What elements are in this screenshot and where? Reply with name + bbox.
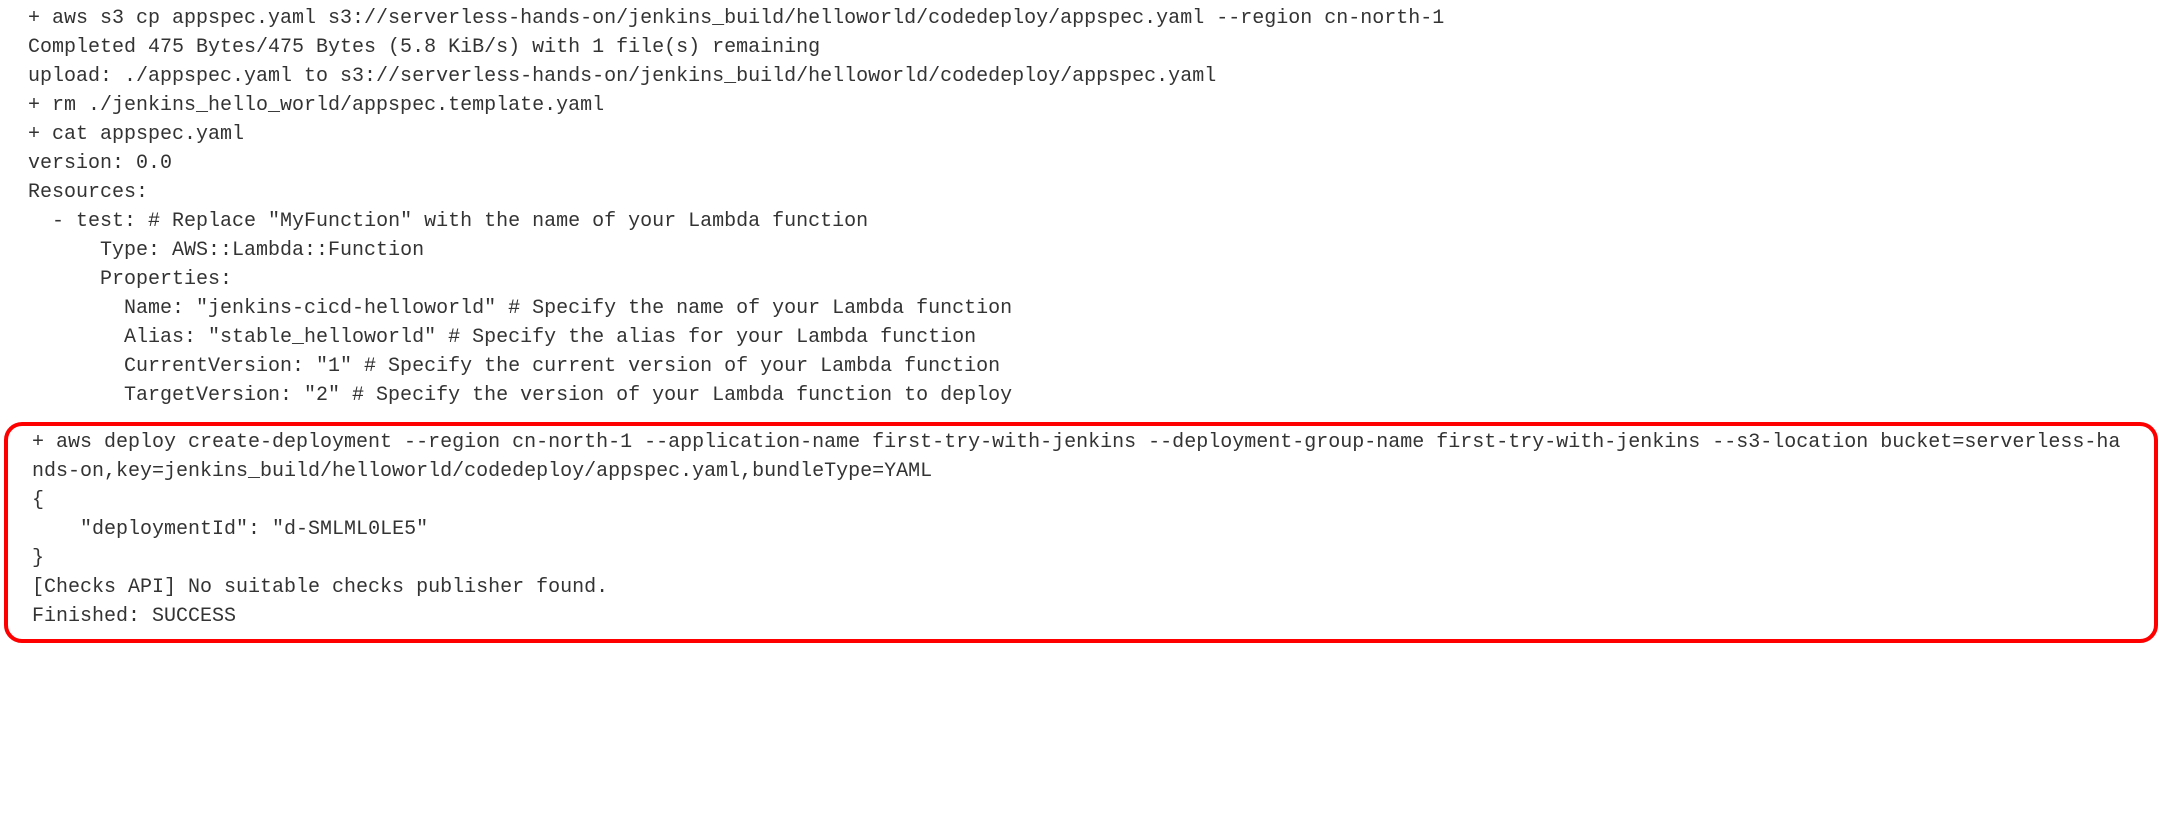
console-line: Finished: SUCCESS [32,605,236,628]
console-output-highlighted: + aws deploy create-deployment --region … [32,428,2130,631]
console-line: - test: # Replace "MyFunction" with the … [28,210,868,233]
console-line: TargetVersion: "2" # Specify the version… [28,384,1012,407]
console-line: } [32,547,44,570]
console-output-top: + aws s3 cp appspec.yaml s3://serverless… [0,0,2162,422]
console-line: CurrentVersion: "1" # Specify the curren… [28,355,1000,378]
console-line: upload: ./appspec.yaml to s3://serverles… [28,65,1216,88]
console-line: + cat appspec.yaml [28,123,244,146]
console-line: + aws deploy create-deployment --region … [32,431,2120,483]
console-line: Resources: [28,181,148,204]
highlighted-deploy-section: + aws deploy create-deployment --region … [4,422,2158,643]
console-line: { [32,489,44,512]
console-line: "deploymentId": "d-SMLML0LE5" [32,518,428,541]
console-line: Name: "jenkins-cicd-helloworld" # Specif… [28,297,1012,320]
console-line: Type: AWS::Lambda::Function [28,239,424,262]
console-line: Properties: [28,268,232,291]
console-line: + aws s3 cp appspec.yaml s3://serverless… [28,7,1444,30]
console-line: + rm ./jenkins_hello_world/appspec.templ… [28,94,604,117]
console-line: Alias: "stable_helloworld" # Specify the… [28,326,976,349]
console-line: [Checks API] No suitable checks publishe… [32,576,608,599]
console-line: version: 0.0 [28,152,172,175]
console-line: Completed 475 Bytes/475 Bytes (5.8 KiB/s… [28,36,820,59]
